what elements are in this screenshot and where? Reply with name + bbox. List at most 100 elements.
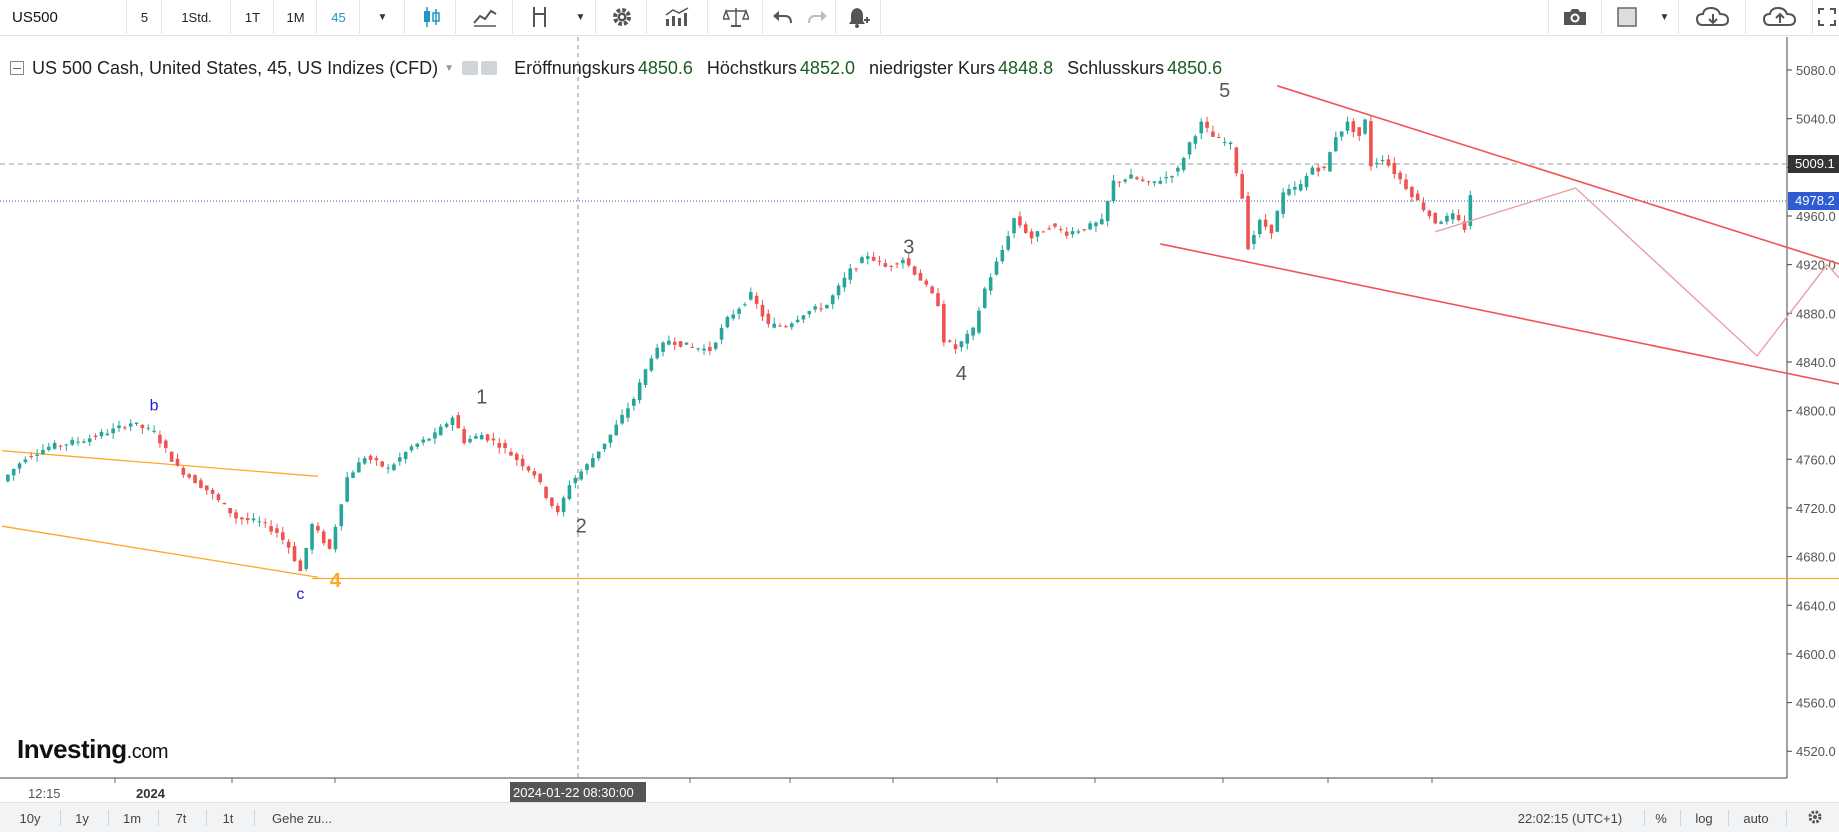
candle-body [286, 541, 291, 548]
candle-body [947, 340, 952, 342]
range-1m-button[interactable]: 1m [115, 803, 149, 833]
candle-body [743, 304, 747, 306]
candle-body [994, 261, 999, 275]
range-1y-button[interactable]: 1y [66, 803, 98, 833]
chart-type-button[interactable] [406, 0, 456, 34]
candle-body [1380, 159, 1385, 161]
alert-button[interactable] [837, 0, 881, 34]
fullscreen-button[interactable] [1814, 0, 1839, 34]
candle-body [1257, 219, 1262, 235]
compare-button[interactable] [709, 0, 763, 34]
price-axis-panel [1787, 37, 1839, 802]
settings-small-icon[interactable] [481, 61, 498, 75]
candle-body [1433, 212, 1438, 224]
candle-body [497, 443, 502, 448]
candles [6, 115, 1473, 572]
candle-body [339, 504, 344, 527]
screenshot-button[interactable] [1548, 0, 1602, 34]
goto-date-button[interactable]: Gehe zu... [262, 803, 342, 833]
price-tick-label: 5080.0 [1796, 63, 1836, 78]
candle-body [1415, 193, 1420, 201]
drawing-tools-dropdown[interactable]: ▼ [566, 0, 596, 34]
candle-body [1205, 121, 1209, 128]
legend-collapse-button[interactable] [10, 61, 24, 75]
chevron-down-icon[interactable]: ▼ [444, 63, 454, 74]
candle-body [749, 292, 753, 300]
logo-suffix: .com [126, 741, 169, 763]
chart-settings-button[interactable] [1800, 803, 1830, 833]
range-10y-button[interactable]: 10y [10, 803, 50, 833]
studies-button[interactable] [648, 0, 708, 34]
candle-body [351, 472, 355, 478]
interval-1m-button[interactable]: 1M [275, 0, 317, 34]
chevron-down-icon: ▼ [1659, 11, 1670, 23]
candle-body [965, 333, 970, 344]
candle-body [526, 466, 531, 471]
candle-body [1316, 167, 1321, 172]
candle-body [275, 528, 279, 533]
indicator-button[interactable] [457, 0, 513, 34]
price-tick-label: 4600.0 [1796, 647, 1836, 662]
candle-body [801, 315, 806, 320]
range-7t-button[interactable]: 7t [166, 803, 196, 833]
candle-body [708, 346, 712, 351]
chevron-down-icon: ▼ [377, 11, 388, 23]
candle-body [912, 266, 917, 275]
candle-body [544, 486, 548, 498]
candle-body [357, 462, 361, 473]
log-scale-button[interactable]: log [1686, 803, 1722, 833]
candle-body [1018, 216, 1022, 226]
settings-button[interactable] [597, 0, 647, 34]
candle-body [1029, 231, 1034, 239]
clock-timezone[interactable]: 22:02:15 (UTC+1) [1500, 803, 1640, 833]
layout-dropdown[interactable]: ▼ [1651, 0, 1679, 34]
drawing-tools-button[interactable] [514, 0, 566, 34]
candle-body [1140, 179, 1145, 181]
fullscreen-icon [1817, 7, 1837, 27]
candle-body [1082, 229, 1087, 231]
time-axis-ticks [114, 778, 1433, 783]
price-chart[interactable]: 5080.05040.05000.04960.04920.04880.04840… [0, 37, 1839, 802]
range-1t-button[interactable]: 1t [213, 803, 243, 833]
divider [108, 810, 109, 826]
candle-body [263, 522, 268, 524]
symbol-field[interactable]: US500 [0, 0, 127, 34]
redo-button[interactable] [800, 0, 836, 34]
candle-body [193, 475, 197, 484]
percent-scale-button[interactable]: % [1648, 803, 1674, 833]
price-tick-label: 4720.0 [1796, 501, 1836, 516]
interval-45-button[interactable]: 45 [318, 0, 360, 34]
candle-body [35, 454, 39, 456]
visibility-icon[interactable] [462, 61, 479, 75]
interval-5-button[interactable]: 5 [128, 0, 162, 34]
candle-body [316, 525, 320, 531]
candle-body [228, 508, 232, 514]
candle-body [58, 445, 63, 447]
interval-1std-button[interactable]: 1Std. [163, 0, 231, 34]
candle-body [29, 456, 34, 458]
undo-button[interactable] [764, 0, 800, 34]
candle-body [1187, 142, 1192, 155]
time-label-2024: 2024 [136, 786, 166, 801]
candle-body [433, 432, 437, 439]
candle-body [169, 451, 174, 462]
price-tick-label: 4960.0 [1796, 209, 1836, 224]
candle-body [1152, 181, 1157, 183]
candle-body [1217, 137, 1221, 139]
candle-body [245, 518, 250, 521]
candle-body [1392, 162, 1397, 175]
auto-scale-button[interactable]: auto [1734, 803, 1778, 833]
interval-dropdown-button[interactable]: ▼ [361, 0, 405, 34]
cloud-load-button[interactable] [1680, 0, 1746, 34]
candle-body [1269, 224, 1274, 234]
interval-1t-button[interactable]: 1T [232, 0, 274, 34]
drawing-tools-icon [529, 5, 551, 29]
candle-body [1088, 223, 1092, 230]
candle-body [667, 340, 671, 345]
candle-body [1374, 162, 1379, 165]
low-label: niedrigster Kurs [868, 57, 996, 78]
candle-body [778, 325, 782, 327]
cloud-save-button[interactable] [1747, 0, 1813, 34]
layout-button[interactable] [1603, 0, 1651, 34]
candle-body [924, 280, 929, 285]
